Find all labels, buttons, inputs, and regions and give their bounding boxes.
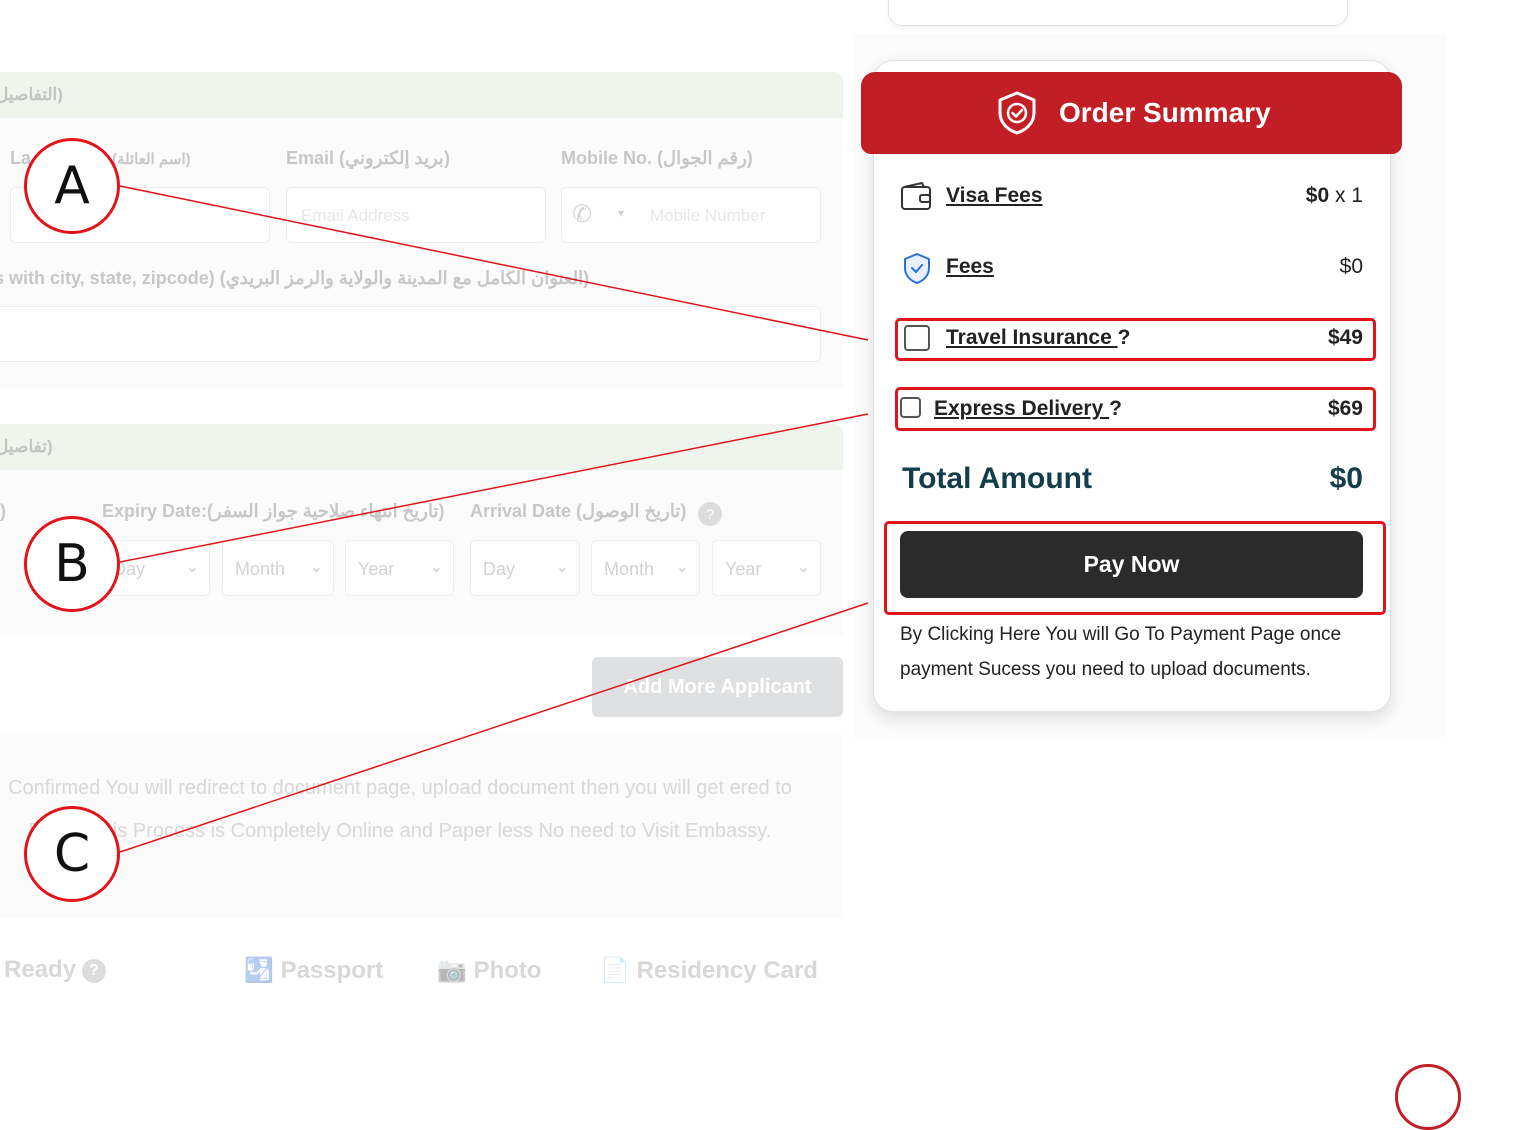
shield-check-icon — [904, 253, 930, 284]
wallet-icon — [901, 181, 931, 210]
process-notice: Confirmed You will redirect to document … — [0, 735, 843, 918]
notice-text: Confirmed You will redirect to document … — [8, 777, 792, 842]
document-icon: 📄 — [600, 957, 630, 984]
ready-text: Ready — [4, 956, 77, 983]
visa-fees-value: $0 — [1305, 184, 1330, 207]
email-placeholder: Email Address — [301, 206, 410, 225]
section-title: (التفاصيل — [0, 85, 63, 104]
previous-card — [888, 0, 1348, 26]
select-value: Month — [235, 559, 286, 579]
select-value: Month — [604, 559, 655, 579]
mobile-label: Mobile No. (رقم الجوال) — [561, 148, 753, 168]
highlight-express-delivery — [895, 387, 1376, 431]
fees-row: Fees $0 — [900, 247, 1363, 287]
select-value: Year — [725, 559, 762, 579]
expiry-year-select[interactable]: Year ⌄ — [345, 540, 454, 596]
mobile-placeholder: Mobile Number — [650, 206, 766, 225]
visa-fees-amount: $0 x 1 — [1306, 184, 1363, 208]
chevron-down-icon: ⌄ — [555, 559, 569, 576]
personal-details-section-header: (التفاصيل — [0, 72, 843, 118]
order-summary-header: Order Summary — [861, 72, 1402, 154]
highlight-pay-now — [884, 521, 1386, 615]
passport-details-section-header: (تفاصيل — [0, 424, 843, 470]
arrival-date-label: Arrival Date (تاريخ الوصول) — [470, 501, 687, 521]
photo-doc-label: Photo — [473, 957, 542, 984]
callout-c: C — [24, 806, 120, 902]
select-value: Day — [483, 559, 516, 579]
chevron-down-icon: ⌄ — [309, 559, 323, 576]
callout-b: B — [24, 516, 120, 612]
chevron-down-icon: ▾ — [618, 206, 625, 220]
residency-doc-label: Residency Card — [636, 957, 818, 984]
shield-check-icon — [998, 91, 1036, 135]
total-amount-value: $0 — [1329, 462, 1363, 495]
total-amount-label: Total Amount — [902, 462, 1092, 495]
residency-doc: 📄 Residency Card — [600, 956, 818, 985]
last-name-label-ar: (اسم العائلة) — [112, 151, 191, 168]
section-title: (تفاصيل — [0, 437, 53, 456]
address-label: s with city, state, zipcode) (العنوان ال… — [0, 268, 590, 288]
address-input[interactable] — [0, 306, 821, 362]
add-more-applicant-button[interactable]: Add More Applicant — [592, 657, 843, 717]
passport-date-label-fragment: ) — [0, 501, 6, 521]
chevron-down-icon: ⌄ — [675, 559, 689, 576]
arrival-month-select[interactable]: Month ⌄ — [591, 540, 700, 596]
help-icon[interactable]: ? — [82, 958, 107, 983]
mobile-input[interactable]: ✆ ▾ Mobile Number — [561, 187, 821, 243]
highlight-travel-insurance — [895, 318, 1376, 361]
email-label: Email (بريد إلكتروني) — [286, 148, 450, 168]
select-value: Year — [358, 559, 395, 579]
documents-ready-label: Ready? — [4, 956, 107, 984]
camera-icon: 📷 — [437, 957, 467, 984]
fees-amount: $0 — [1339, 255, 1363, 278]
email-input[interactable]: Email Address — [286, 187, 546, 243]
callout-a: A — [24, 138, 120, 234]
arrival-year-select[interactable]: Year ⌄ — [712, 540, 821, 596]
expiry-date-label: Expiry Date:(تاريخ انتهاء صلاحية جواز ال… — [102, 501, 445, 521]
payment-note: By Clicking Here You will Go To Payment … — [900, 624, 1342, 680]
chevron-down-icon: ⌄ — [185, 559, 199, 576]
chevron-down-icon: ⌄ — [796, 559, 810, 576]
phone-icon[interactable]: ✆ — [572, 200, 592, 229]
visa-fees-label[interactable]: Visa Fees — [946, 184, 1043, 208]
fees-label[interactable]: Fees — [946, 255, 994, 279]
photo-doc: 📷 Photo — [437, 956, 542, 985]
expiry-month-select[interactable]: Month ⌄ — [222, 540, 334, 596]
passport-doc-label: Passport — [280, 957, 384, 984]
background-form: (التفاصيل La (اسم العائلة) Email (بريد إ… — [0, 0, 860, 1092]
passport-doc: 🛂 Passport — [244, 956, 383, 985]
visa-fees-qty: x 1 — [1329, 184, 1363, 207]
scroll-to-top-button[interactable] — [1395, 1064, 1461, 1130]
help-icon[interactable]: ? — [698, 502, 722, 526]
order-summary-title: Order Summary — [1059, 97, 1271, 128]
passport-icon: 🛂 — [244, 957, 274, 984]
arrival-day-select[interactable]: Day ⌄ — [470, 540, 580, 596]
chevron-down-icon: ⌄ — [429, 559, 443, 576]
visa-fees-row: Visa Fees $0 x 1 — [900, 176, 1363, 216]
